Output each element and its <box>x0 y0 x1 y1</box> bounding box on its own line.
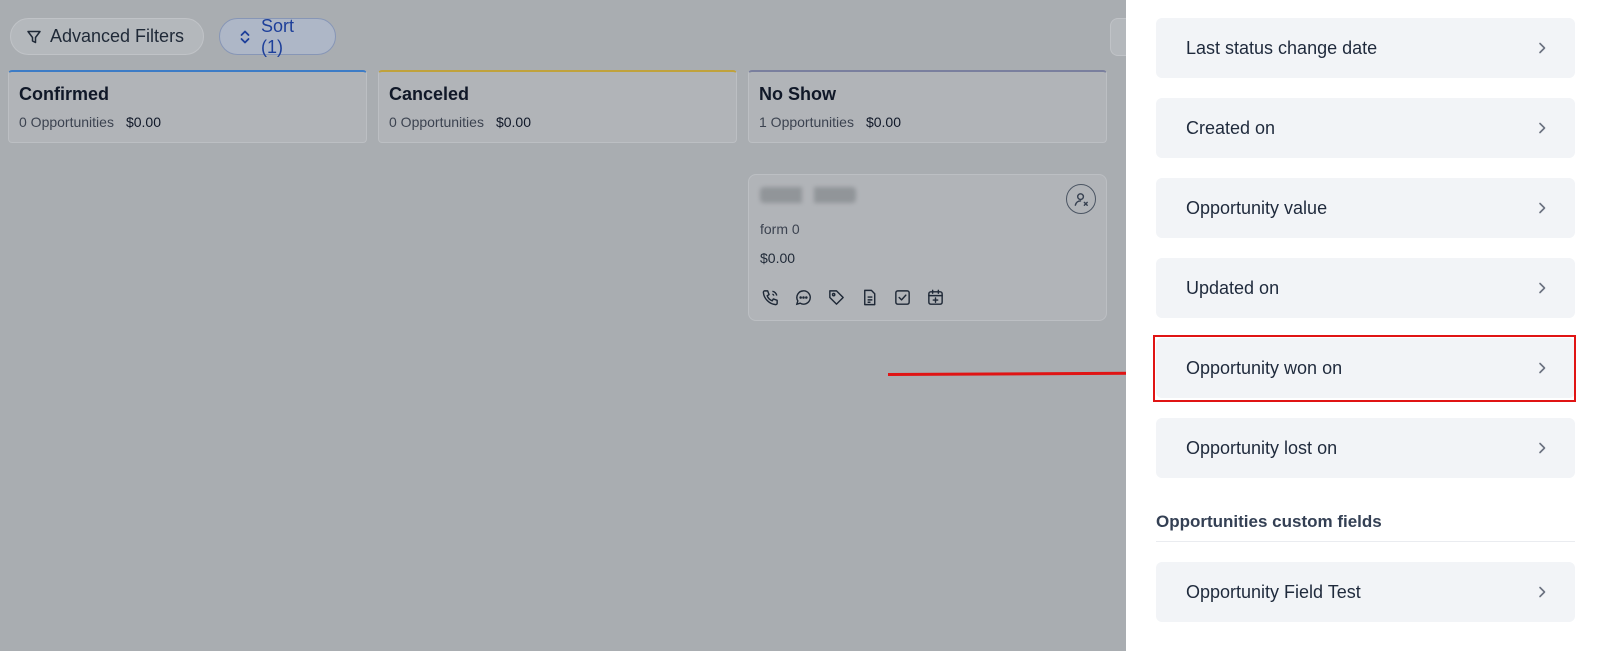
chevron-right-icon <box>1539 202 1546 214</box>
stage-count: 0 Opportunities <box>19 114 114 130</box>
stage-count: 1 Opportunities <box>759 114 854 130</box>
annotation-highlight-box <box>1153 335 1576 402</box>
note-icon[interactable] <box>859 287 879 307</box>
sort-option-created-on[interactable]: Created on <box>1156 98 1575 158</box>
sort-option-updated-on[interactable]: Updated on <box>1156 258 1575 318</box>
sort-option-opportunity-field-test[interactable]: Opportunity Field Test <box>1156 562 1575 622</box>
chevron-right-icon <box>1539 42 1546 54</box>
stage-header-confirmed: Confirmed 0 Opportunities $0.00 <box>8 70 367 143</box>
section-divider <box>1156 541 1575 542</box>
sort-option-label: Opportunity Field Test <box>1186 581 1361 602</box>
stage-header-canceled: Canceled 0 Opportunities $0.00 <box>378 70 737 143</box>
stage-name: Confirmed <box>19 84 109 104</box>
stage-value: $0.00 <box>125 114 161 130</box>
annotation-arrow-line <box>887 371 1132 376</box>
sort-option-last-status-change-date[interactable]: Last status change date <box>1156 18 1575 78</box>
opportunity-card[interactable]: form 0 $0.00 <box>748 174 1107 321</box>
sort-icon <box>240 30 250 43</box>
pipeline-board: Advanced Filters Sort (1) Confirmed 0 Op… <box>0 0 1150 651</box>
blurred-contact-name <box>760 187 856 203</box>
task-icon[interactable] <box>892 287 912 307</box>
phone-icon[interactable] <box>760 287 780 307</box>
chevron-right-icon <box>1539 586 1546 598</box>
sort-label: Sort (1) <box>261 15 295 57</box>
sort-option-label: Updated on <box>1186 277 1280 298</box>
stage-value: $0.00 <box>865 114 901 130</box>
assign-user-icon[interactable] <box>1066 184 1096 214</box>
calendar-add-icon[interactable] <box>925 287 945 307</box>
tag-icon[interactable] <box>826 287 846 307</box>
sort-option-label: Opportunity value <box>1186 197 1328 218</box>
sort-field-panel: Last status change date Created on Oppor… <box>1126 0 1599 651</box>
chevron-right-icon <box>1539 442 1546 454</box>
chat-icon[interactable] <box>793 287 813 307</box>
sort-option-opportunity-lost-on[interactable]: Opportunity lost on <box>1156 418 1575 478</box>
sort-option-label: Opportunity lost on <box>1186 437 1338 458</box>
opportunity-value: $0.00 <box>760 250 796 266</box>
stage-header-no-show: No Show 1 Opportunities $0.00 <box>748 70 1107 143</box>
stage-name: Canceled <box>389 84 470 104</box>
chevron-right-icon <box>1539 282 1546 294</box>
stage-name: No Show <box>759 84 836 104</box>
opportunity-source: form 0 <box>760 221 800 237</box>
stage-count: 0 Opportunities <box>389 114 484 130</box>
sort-option-label: Last status change date <box>1186 37 1378 58</box>
sort-option-label: Created on <box>1186 117 1276 138</box>
advanced-filters-label: Advanced Filters <box>50 26 185 46</box>
sort-button[interactable]: Sort (1) <box>219 15 336 57</box>
advanced-filters-button[interactable]: Advanced Filters <box>10 18 204 55</box>
stage-value: $0.00 <box>495 114 531 130</box>
chevron-right-icon <box>1539 122 1546 134</box>
filter-icon <box>27 30 41 43</box>
sort-option-opportunity-value[interactable]: Opportunity value <box>1156 178 1575 238</box>
custom-fields-heading: Opportunities custom fields <box>1156 512 1382 531</box>
